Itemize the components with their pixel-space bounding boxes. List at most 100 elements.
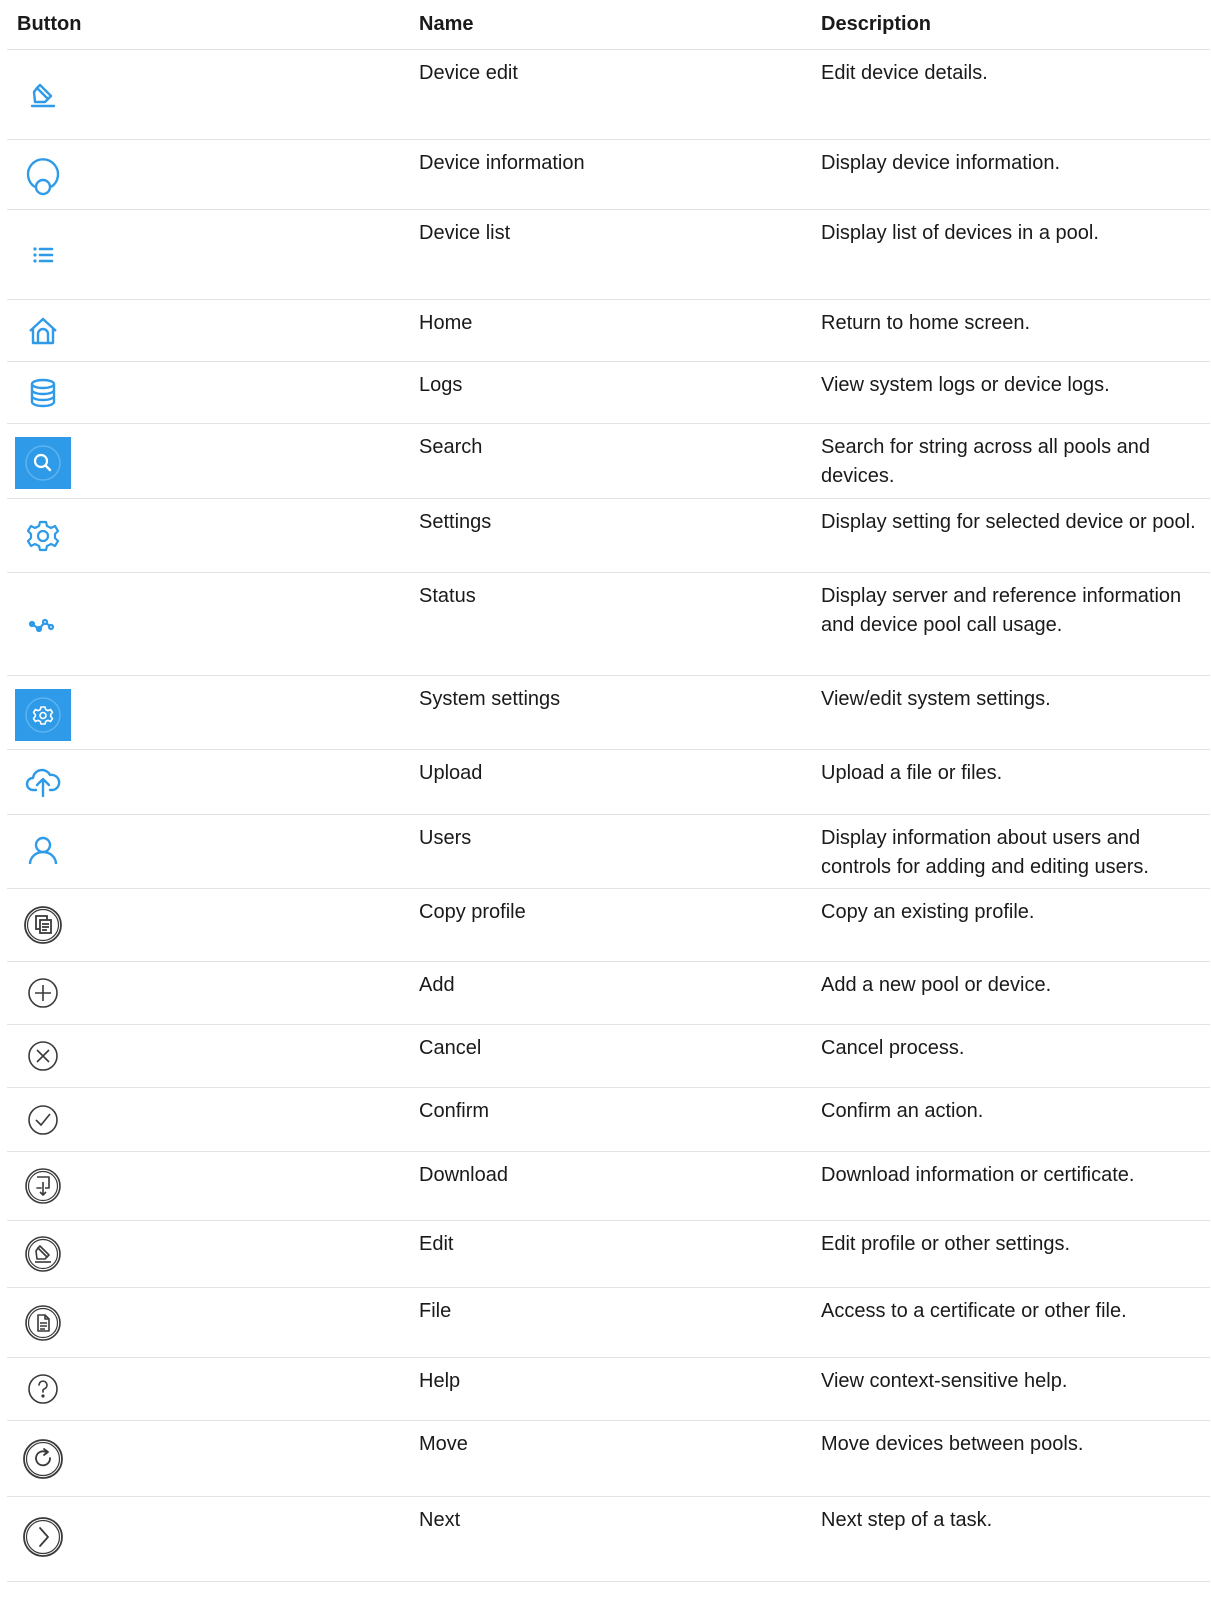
button-cell <box>7 361 409 424</box>
row-description: Edit device details. <box>811 49 1210 140</box>
row-name: Confirm <box>409 1087 811 1152</box>
row-name: Next <box>409 1496 811 1582</box>
move-circle-icon[interactable] <box>15 1431 71 1487</box>
button-cell <box>7 814 409 889</box>
copy-profile-icon[interactable] <box>15 897 71 953</box>
status-graph-icon[interactable] <box>15 596 71 652</box>
next-circle-icon[interactable] <box>15 1509 71 1565</box>
button-cell <box>7 1287 409 1358</box>
table-row: Add Add a new pool or device. <box>7 961 1210 1025</box>
row-name: Logs <box>409 361 811 424</box>
row-name: File <box>409 1287 811 1358</box>
table-row: Users Display information about users an… <box>7 814 1210 889</box>
list-icon[interactable] <box>15 227 71 283</box>
help-circle-icon[interactable] <box>15 1361 71 1417</box>
table-row: Edit Edit profile or other settings. <box>7 1220 1210 1288</box>
file-circle-icon[interactable] <box>15 1295 71 1351</box>
button-cell <box>7 139 409 210</box>
row-description: Upload a file or files. <box>811 749 1210 815</box>
button-cell <box>7 572 409 676</box>
table-row: Logs View system logs or device logs. <box>7 361 1210 424</box>
button-cell <box>7 1357 409 1421</box>
download-circle-icon[interactable] <box>15 1158 71 1214</box>
row-name: Device edit <box>409 49 811 140</box>
button-cell <box>7 888 409 962</box>
row-description: Display server and reference information… <box>811 572 1210 676</box>
edit-circle-icon[interactable] <box>15 1226 71 1282</box>
row-description: Copy an existing profile. <box>811 888 1210 962</box>
row-name: Search <box>409 423 811 499</box>
header-description: Description <box>811 0 1210 50</box>
table-header-row: Button Name Description <box>7 0 1210 50</box>
row-name: Copy profile <box>409 888 811 962</box>
pencil-icon[interactable] <box>15 67 71 123</box>
row-name: Home <box>409 299 811 362</box>
table-row: Device list Display list of devices in a… <box>7 209 1210 300</box>
cloud-upload-icon[interactable] <box>15 754 71 810</box>
button-cell <box>7 1220 409 1288</box>
row-description: Move devices between pools. <box>811 1420 1210 1497</box>
header-name: Name <box>409 0 811 50</box>
row-description: Confirm an action. <box>811 1087 1210 1152</box>
row-description: Return to home screen. <box>811 299 1210 362</box>
row-description: View/edit system settings. <box>811 675 1210 750</box>
table-row: Copy profile Copy an existing profile. <box>7 888 1210 962</box>
table-row: Device edit Edit device details. <box>7 49 1210 140</box>
row-name: Edit <box>409 1220 811 1288</box>
button-cell <box>7 961 409 1025</box>
button-cell <box>7 49 409 140</box>
add-circle-icon[interactable] <box>15 965 71 1021</box>
button-cell <box>7 1151 409 1221</box>
row-name: System settings <box>409 675 811 750</box>
row-description: Display setting for selected device or p… <box>811 498 1210 573</box>
table-row: Upload Upload a file or files. <box>7 749 1210 815</box>
table-row: File Access to a certificate or other fi… <box>7 1287 1210 1358</box>
row-description: Download information or certificate. <box>811 1151 1210 1221</box>
table-row: Home Return to home screen. <box>7 299 1210 362</box>
button-cell <box>7 749 409 815</box>
database-icon[interactable] <box>15 365 71 421</box>
button-cell <box>7 498 409 573</box>
row-name: Device information <box>409 139 811 210</box>
table-row: System settings View/edit system setting… <box>7 675 1210 750</box>
row-name: Users <box>409 814 811 889</box>
device-info-icon[interactable] <box>15 147 71 203</box>
button-cell <box>7 675 409 750</box>
table-row: Search Search for string across all pool… <box>7 423 1210 499</box>
row-description: View context-sensitive help. <box>811 1357 1210 1421</box>
row-description: Display information about users and cont… <box>811 814 1210 889</box>
row-description: Display device information. <box>811 139 1210 210</box>
button-cell <box>7 1420 409 1497</box>
header-button: Button <box>7 0 409 50</box>
row-description: Add a new pool or device. <box>811 961 1210 1025</box>
row-name: Add <box>409 961 811 1025</box>
row-name: Download <box>409 1151 811 1221</box>
cancel-circle-icon[interactable] <box>15 1028 71 1084</box>
button-cell <box>7 299 409 362</box>
table-row: Device information Display device inform… <box>7 139 1210 210</box>
row-name: Move <box>409 1420 811 1497</box>
row-description: Access to a certificate or other file. <box>811 1287 1210 1358</box>
search-icon[interactable] <box>15 433 71 489</box>
button-cell <box>7 1087 409 1152</box>
row-name: Device list <box>409 209 811 300</box>
table-row: Confirm Confirm an action. <box>7 1087 1210 1152</box>
home-icon[interactable] <box>15 303 71 359</box>
row-description: View system logs or device logs. <box>811 361 1210 424</box>
button-cell <box>7 1496 409 1582</box>
button-cell <box>7 209 409 300</box>
table-row: Help View context-sensitive help. <box>7 1357 1210 1421</box>
user-icon[interactable] <box>15 824 71 880</box>
table-row: Cancel Cancel process. <box>7 1024 1210 1088</box>
row-name: Settings <box>409 498 811 573</box>
button-cell <box>7 1024 409 1088</box>
button-reference-table: Button Name Description Device edit Edit… <box>7 0 1210 1582</box>
system-gear-icon[interactable] <box>15 685 71 741</box>
row-name: Status <box>409 572 811 676</box>
table-row: Status Display server and reference info… <box>7 572 1210 676</box>
row-name: Help <box>409 1357 811 1421</box>
row-name: Upload <box>409 749 811 815</box>
confirm-circle-icon[interactable] <box>15 1092 71 1148</box>
gear-icon[interactable] <box>15 508 71 564</box>
row-description: Search for string across all pools and d… <box>811 423 1210 499</box>
